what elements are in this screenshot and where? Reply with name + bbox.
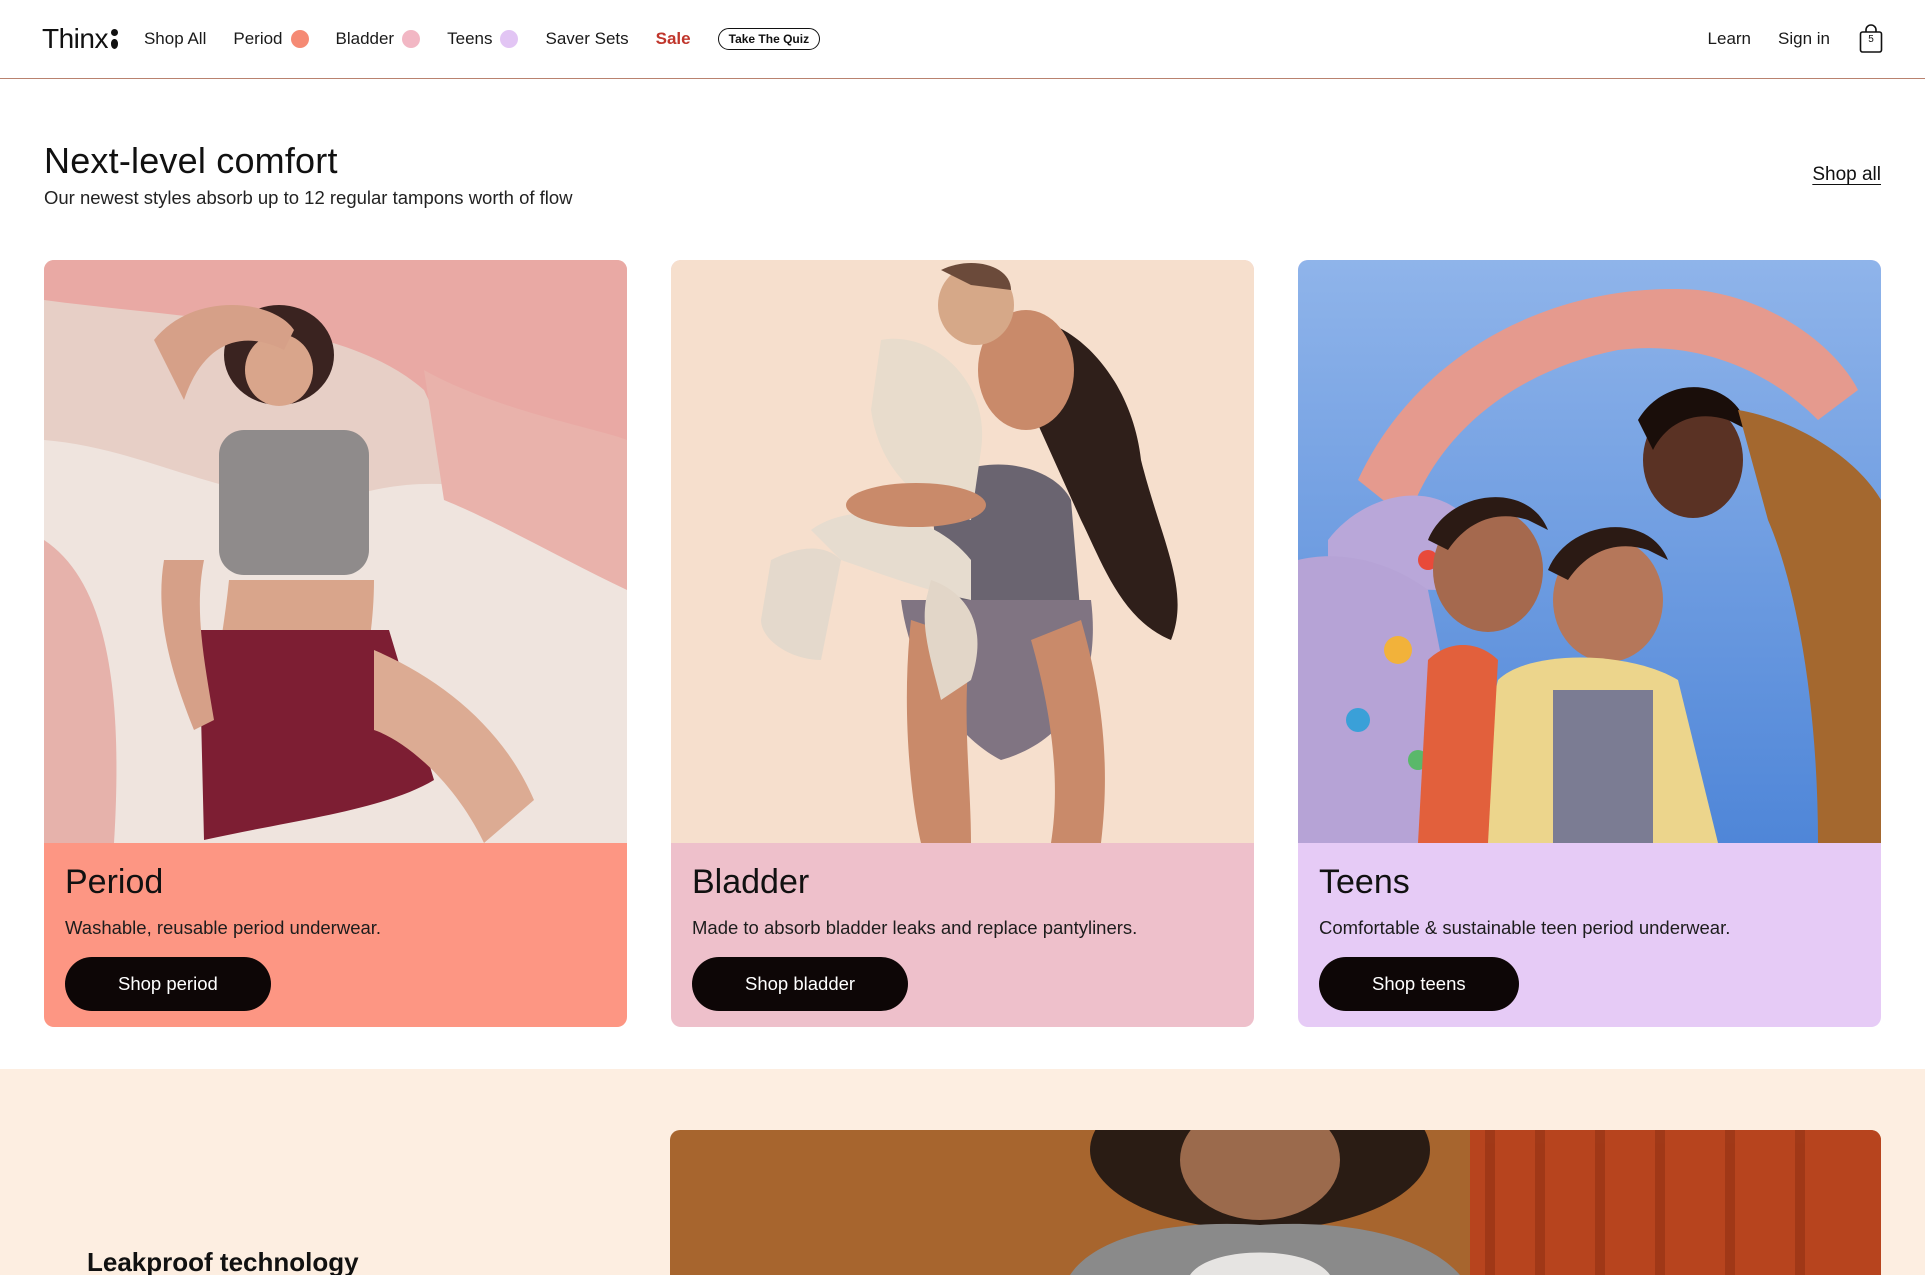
cart-bag-icon[interactable]: 5: [1859, 24, 1883, 54]
main-nav: Shop All Period Bladder Teens Saver Sets…: [144, 28, 821, 50]
teens-dot-icon: [500, 30, 519, 48]
period-image: [44, 260, 627, 843]
bladder-dot-icon: [402, 30, 421, 48]
site-header: Thinx Shop All Period Bladder Teens Save…: [0, 0, 1925, 79]
nav-period[interactable]: Period: [233, 29, 309, 49]
nav-label: Period: [233, 29, 283, 48]
teens-card-body: Teens Comfortable & sustainable teen per…: [1298, 843, 1881, 1027]
period-card: Period Washable, reusable period underwe…: [44, 260, 627, 1027]
cart-count: 5: [1868, 34, 1874, 45]
card-title: Period: [65, 863, 164, 901]
bladder-card: Bladder Made to absorb bladder leaks and…: [671, 260, 1254, 1027]
nav-saver-sets[interactable]: Saver Sets: [545, 29, 628, 49]
teens-image: [1298, 260, 1881, 843]
card-description: Washable, reusable period underwear.: [65, 917, 382, 938]
header-actions: Learn Sign in 5: [1681, 24, 1883, 54]
take-quiz-button[interactable]: Take The Quiz: [717, 28, 821, 50]
bladder-card-body: Bladder Made to absorb bladder leaks and…: [671, 843, 1254, 1027]
logo-text: Thinx: [42, 23, 108, 54]
shop-period-button[interactable]: Shop period: [65, 957, 271, 1011]
nav-bladder[interactable]: Bladder: [336, 29, 421, 49]
card-description: Comfortable & sustainable teen period un…: [1319, 917, 1731, 938]
nav-label: Saver Sets: [545, 29, 629, 48]
shop-bladder-button[interactable]: Shop bladder: [692, 957, 909, 1011]
leakproof-image: [670, 1130, 1881, 1275]
nav-label: Shop All: [143, 29, 207, 48]
nav-label: Sale: [655, 29, 691, 48]
logo-mark-icon: [110, 29, 118, 49]
nav-shop-all[interactable]: Shop All: [144, 29, 206, 49]
shop-teens-button[interactable]: Shop teens: [1319, 957, 1519, 1011]
learn-link[interactable]: Learn: [1708, 29, 1751, 49]
section-title: Next-level comfort: [44, 140, 338, 181]
thinx-logo[interactable]: Thinx: [42, 23, 118, 55]
section-subtitle: Our newest styles absorb up to 12 regula…: [44, 187, 573, 208]
nav-label: Bladder: [335, 29, 395, 48]
period-dot-icon: [290, 30, 309, 48]
card-title: Bladder: [692, 863, 810, 901]
nav-teens[interactable]: Teens: [447, 29, 519, 49]
nav-sale[interactable]: Sale: [656, 29, 691, 49]
period-card-body: Period Washable, reusable period underwe…: [44, 843, 627, 1027]
nav-label: Teens: [447, 29, 493, 48]
card-description: Made to absorb bladder leaks and replace…: [692, 917, 1138, 938]
card-title: Teens: [1319, 863, 1410, 901]
teens-card: Teens Comfortable & sustainable teen per…: [1298, 260, 1881, 1027]
sign-in-link[interactable]: Sign in: [1778, 29, 1830, 49]
bladder-image: [671, 260, 1254, 843]
shop-all-link[interactable]: Shop all: [1812, 164, 1881, 186]
leakproof-title: Leakproof technology: [87, 1247, 359, 1275]
